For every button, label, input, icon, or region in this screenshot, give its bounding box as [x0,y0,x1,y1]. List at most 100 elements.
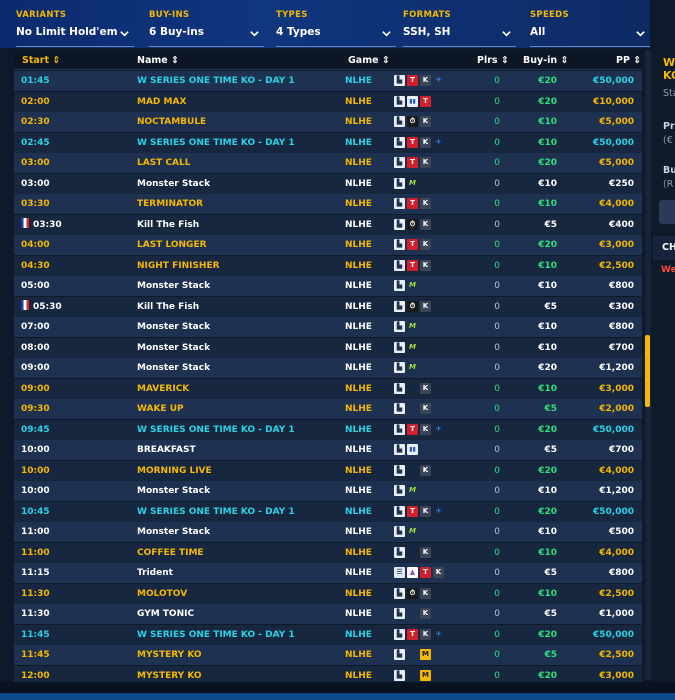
table-row[interactable]: 03:00 Monster Stack NLHE ▙ M 0 €10 €250 [14,173,642,194]
table-row[interactable]: 10:00 BREAKFAST NLHE ▙ ▮▮ 0 €5 €700 [14,440,642,460]
table-row[interactable]: 03:30 TERMINATOR NLHE ▙ T K 0 €10 €4,000 [14,194,642,214]
row-prizepool: €50,000 [593,424,634,435]
table-row[interactable]: 03:00 LAST CALL NLHE ▙ T K 0 €20 €5,000 [14,153,642,173]
row-buyin: €10 [538,527,557,537]
row-name: Monster Stack [137,486,211,496]
row-game: NLHE [345,383,372,394]
table-row[interactable]: 11:00 Monster Stack NLHE ▙ M 0 €10 €500 [14,522,642,542]
table-row[interactable]: 09:30 WAKE UP NLHE ▙ K 0 €5 €2,000 [14,399,642,419]
bounty-icon: ▙ [394,669,405,681]
row-start: 09:00 [21,383,50,394]
monster-icon: M [409,281,416,289]
table-row[interactable]: 09:00 MAVERICK NLHE ▙ K 0 €10 €3,000 [14,378,642,399]
table-row[interactable]: 07:00 Monster Stack NLHE ▙ M 0 €10 €800 [14,317,642,337]
column-pp[interactable]: PP ⇕ [616,55,641,66]
row-game: NLHE [345,445,372,455]
knockout-icon: K [420,157,431,168]
filter-types[interactable]: TYPES 4 Types [276,10,396,47]
row-name: NOCTAMBULE [137,117,207,127]
filter-formats[interactable]: FORMATS SSH, SH [403,10,516,47]
list-icon: ☰ [394,567,405,578]
table-row[interactable]: 04:30 NIGHT FINISHER NLHE ▙ T K 0 €10 €2,500 [14,255,642,276]
satellite-icon: ✈ [435,506,442,515]
table-row[interactable]: 11:00 COFFEE TIME NLHE ▙ K 0 €10 €4,000 [14,542,642,563]
scrollbar-thumb[interactable] [645,335,650,407]
table-row[interactable]: 09:00 Monster Stack NLHE ▙ M 0 €20 €1,200 [14,358,642,378]
row-prizepool: €1,200 [599,486,634,496]
row-buyin: €10 [538,547,557,558]
row-prizepool: €500 [608,527,634,537]
knockout-icon: K [433,567,444,578]
row-prizepool: €400 [608,219,634,230]
row-name: NIGHT FINISHER [137,260,220,271]
row-game: NLHE [345,363,372,373]
row-buyin: €10 [538,260,557,271]
turbo-icon: T [407,198,418,209]
row-buyin: €10 [538,178,557,189]
row-name: MAD MAX [137,96,187,107]
mystery-icon: M [420,669,431,681]
row-icons: ▙ T K ✈ [394,75,444,87]
column-plrs[interactable]: Plrs ⇕ [477,55,509,66]
column-name[interactable]: Name ⇕ [137,55,179,66]
row-buyin: €20 [538,158,557,168]
row-players: 0 [494,137,500,148]
table-row[interactable]: 08:00 Monster Stack NLHE ▙ M 0 €10 €700 [14,337,642,358]
table-row[interactable]: 02:00 MAD MAX NLHE ▙ ▮▮ T 0 €20 €10,000 [14,91,642,112]
table-row[interactable]: 03:30 Kill The Fish NLHE ▙ ⏱ K 0 €5 €400 [14,214,642,235]
column-start[interactable]: Start ⇕ [22,55,60,66]
table-row[interactable]: 04:00 LAST LONGER NLHE ▙ T K 0 €20 €3,000 [14,235,642,255]
bounty-icon: ▙ [394,136,405,148]
row-prizepool: €5,000 [599,158,634,168]
bounty-icon: ▙ [394,608,405,619]
row-icons: ▙ ⏱ K [394,116,431,128]
table-row[interactable]: 11:30 MOLOTOV NLHE ▙ ⏱ K 0 €10 €2,500 [14,583,642,604]
table-row[interactable]: 01:45 W SERIES ONE TIME KO - DAY 1 NLHE ▙ T K… [14,71,642,91]
table-row[interactable]: 11:45 MYSTERY KO NLHE ▙ M 0 €5 €2,500 [14,645,642,665]
row-icons: ☰ ▲ T K [394,567,444,579]
row-icons: ▙ M [394,280,418,292]
table-row[interactable]: 10:00 Monster Stack NLHE ▙ M 0 €10 €1,200 [14,481,642,501]
row-prizepool: €3,000 [599,240,634,250]
row-game: NLHE [345,568,372,578]
row-icons: ▙ T K [394,239,431,251]
row-prizepool: €4,000 [599,547,634,558]
row-players: 0 [494,465,500,476]
row-players: 0 [494,178,500,189]
row-players: 0 [494,445,500,455]
table-row[interactable]: 02:30 NOCTAMBULE NLHE ▙ ⏱ K 0 €10 €5,000 [14,112,642,132]
table-row[interactable]: 05:00 Monster Stack NLHE ▙ M 0 €10 €800 [14,276,642,296]
row-players: 0 [494,486,500,496]
bounty-icon: ▙ [394,628,405,640]
column-game[interactable]: Game ⇕ [348,55,390,66]
row-game: NLHE [345,424,372,435]
filter-buy-ins[interactable]: BUY-INS 6 Buy-ins [149,10,264,47]
turbo-icon: T [420,567,431,578]
row-game: NLHE [345,486,372,496]
knockout-icon: K [420,546,431,558]
chevron-down-icon [250,31,259,37]
knockout-icon: K [420,587,431,599]
row-players: 0 [494,342,500,353]
row-start: 11:00 [21,547,50,558]
table-row[interactable]: 11:30 GYM TONIC NLHE ▙ K 0 €5 €1,000 [14,604,642,624]
table-row[interactable]: 05:30 Kill The Fish NLHE ▙ ⏱ K 0 €5 €300 [14,296,642,317]
filter-speeds[interactable]: SPEEDS All [530,10,650,47]
table-row[interactable]: 10:45 W SERIES ONE TIME KO - DAY 1 NLHE ▙ T K… [14,501,642,522]
row-start: 11:15 [21,568,50,578]
filter-label: FORMATS [403,10,451,20]
row-prizepool: €800 [608,281,634,291]
row-prizepool: €300 [608,301,634,312]
table-row[interactable]: 09:45 W SERIES ONE TIME KO - DAY 1 NLHE ▙ T K… [14,419,642,440]
table-row[interactable]: 02:45 W SERIES ONE TIME KO - DAY 1 NLHE ▙ T K… [14,132,642,153]
row-players: 0 [494,96,500,107]
table-row[interactable]: 10:00 MORNING LIVE NLHE ▙ K 0 €20 €4,000 [14,460,642,481]
table-row[interactable]: 11:15 Trident NLHE ☰ ▲ T K 0 €5 €800 [14,563,642,583]
table-row[interactable]: 11:45 W SERIES ONE TIME KO - DAY 1 NLHE ▙ T K… [14,624,642,645]
filter-variants[interactable]: VARIANTS No Limit Hold'em [16,10,134,47]
turbo-icon: T [407,75,418,86]
detail-register-button[interactable] [659,200,675,224]
column-buyin[interactable]: Buy-in ⇕ [523,55,568,66]
row-prizepool: €5,000 [599,117,634,127]
satellite-icon: ✈ [435,76,442,84]
